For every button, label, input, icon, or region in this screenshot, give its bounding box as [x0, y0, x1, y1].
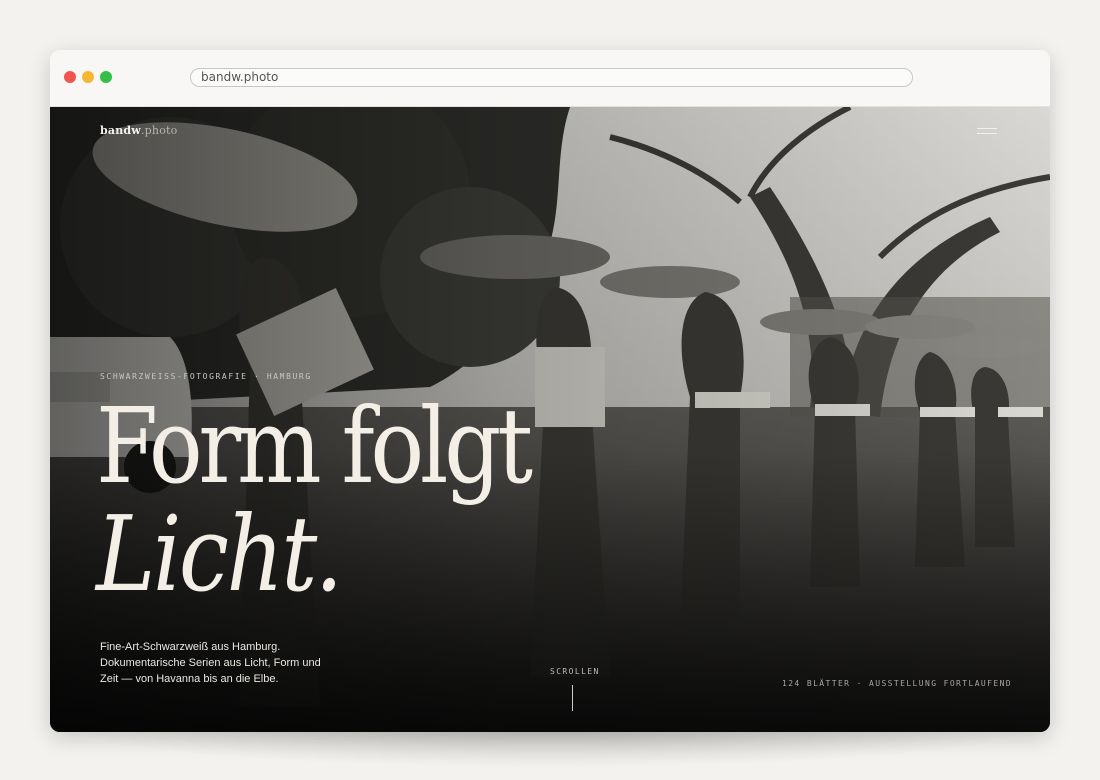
browser-chrome: bandw.photo [50, 50, 1050, 107]
scroll-indicator-label[interactable]: SCROLLEN [550, 667, 600, 676]
scroll-indicator-line [572, 685, 573, 711]
browser-window: bandw.photo bandw.photo SCHWARZWEISS-FOT… [50, 50, 1050, 732]
minimize-window-button[interactable] [82, 71, 94, 83]
logo-name: bandw [100, 124, 141, 137]
headline-line-1: Form folgt [96, 385, 533, 507]
hero-meta: 124 BLÄTTER · AUSSTELLUNG FORTLAUFEND [782, 679, 1013, 688]
headline-line-2: Licht. [96, 493, 343, 615]
logo-tld: .photo [140, 124, 178, 137]
hero-lede: Fine-Art-Schwarzweiß aus Hamburg. Dokume… [100, 641, 321, 685]
close-window-button[interactable] [64, 71, 76, 83]
maximize-window-button[interactable] [100, 71, 112, 83]
hero-headline: Form folgt Licht. [96, 392, 533, 615]
hero-eyebrow: SCHWARZWEISS-FOTOGRAFIE · HAMBURG [100, 372, 312, 381]
hero-section: bandw.photo SCHWARZWEISS-FOTOGRAFIE · HA… [50, 107, 1050, 732]
address-bar[interactable]: bandw.photo [190, 68, 913, 87]
site-logo[interactable]: bandw.photo [100, 124, 177, 137]
window-shadow [64, 728, 1036, 768]
hamburger-menu-icon[interactable] [977, 127, 997, 135]
